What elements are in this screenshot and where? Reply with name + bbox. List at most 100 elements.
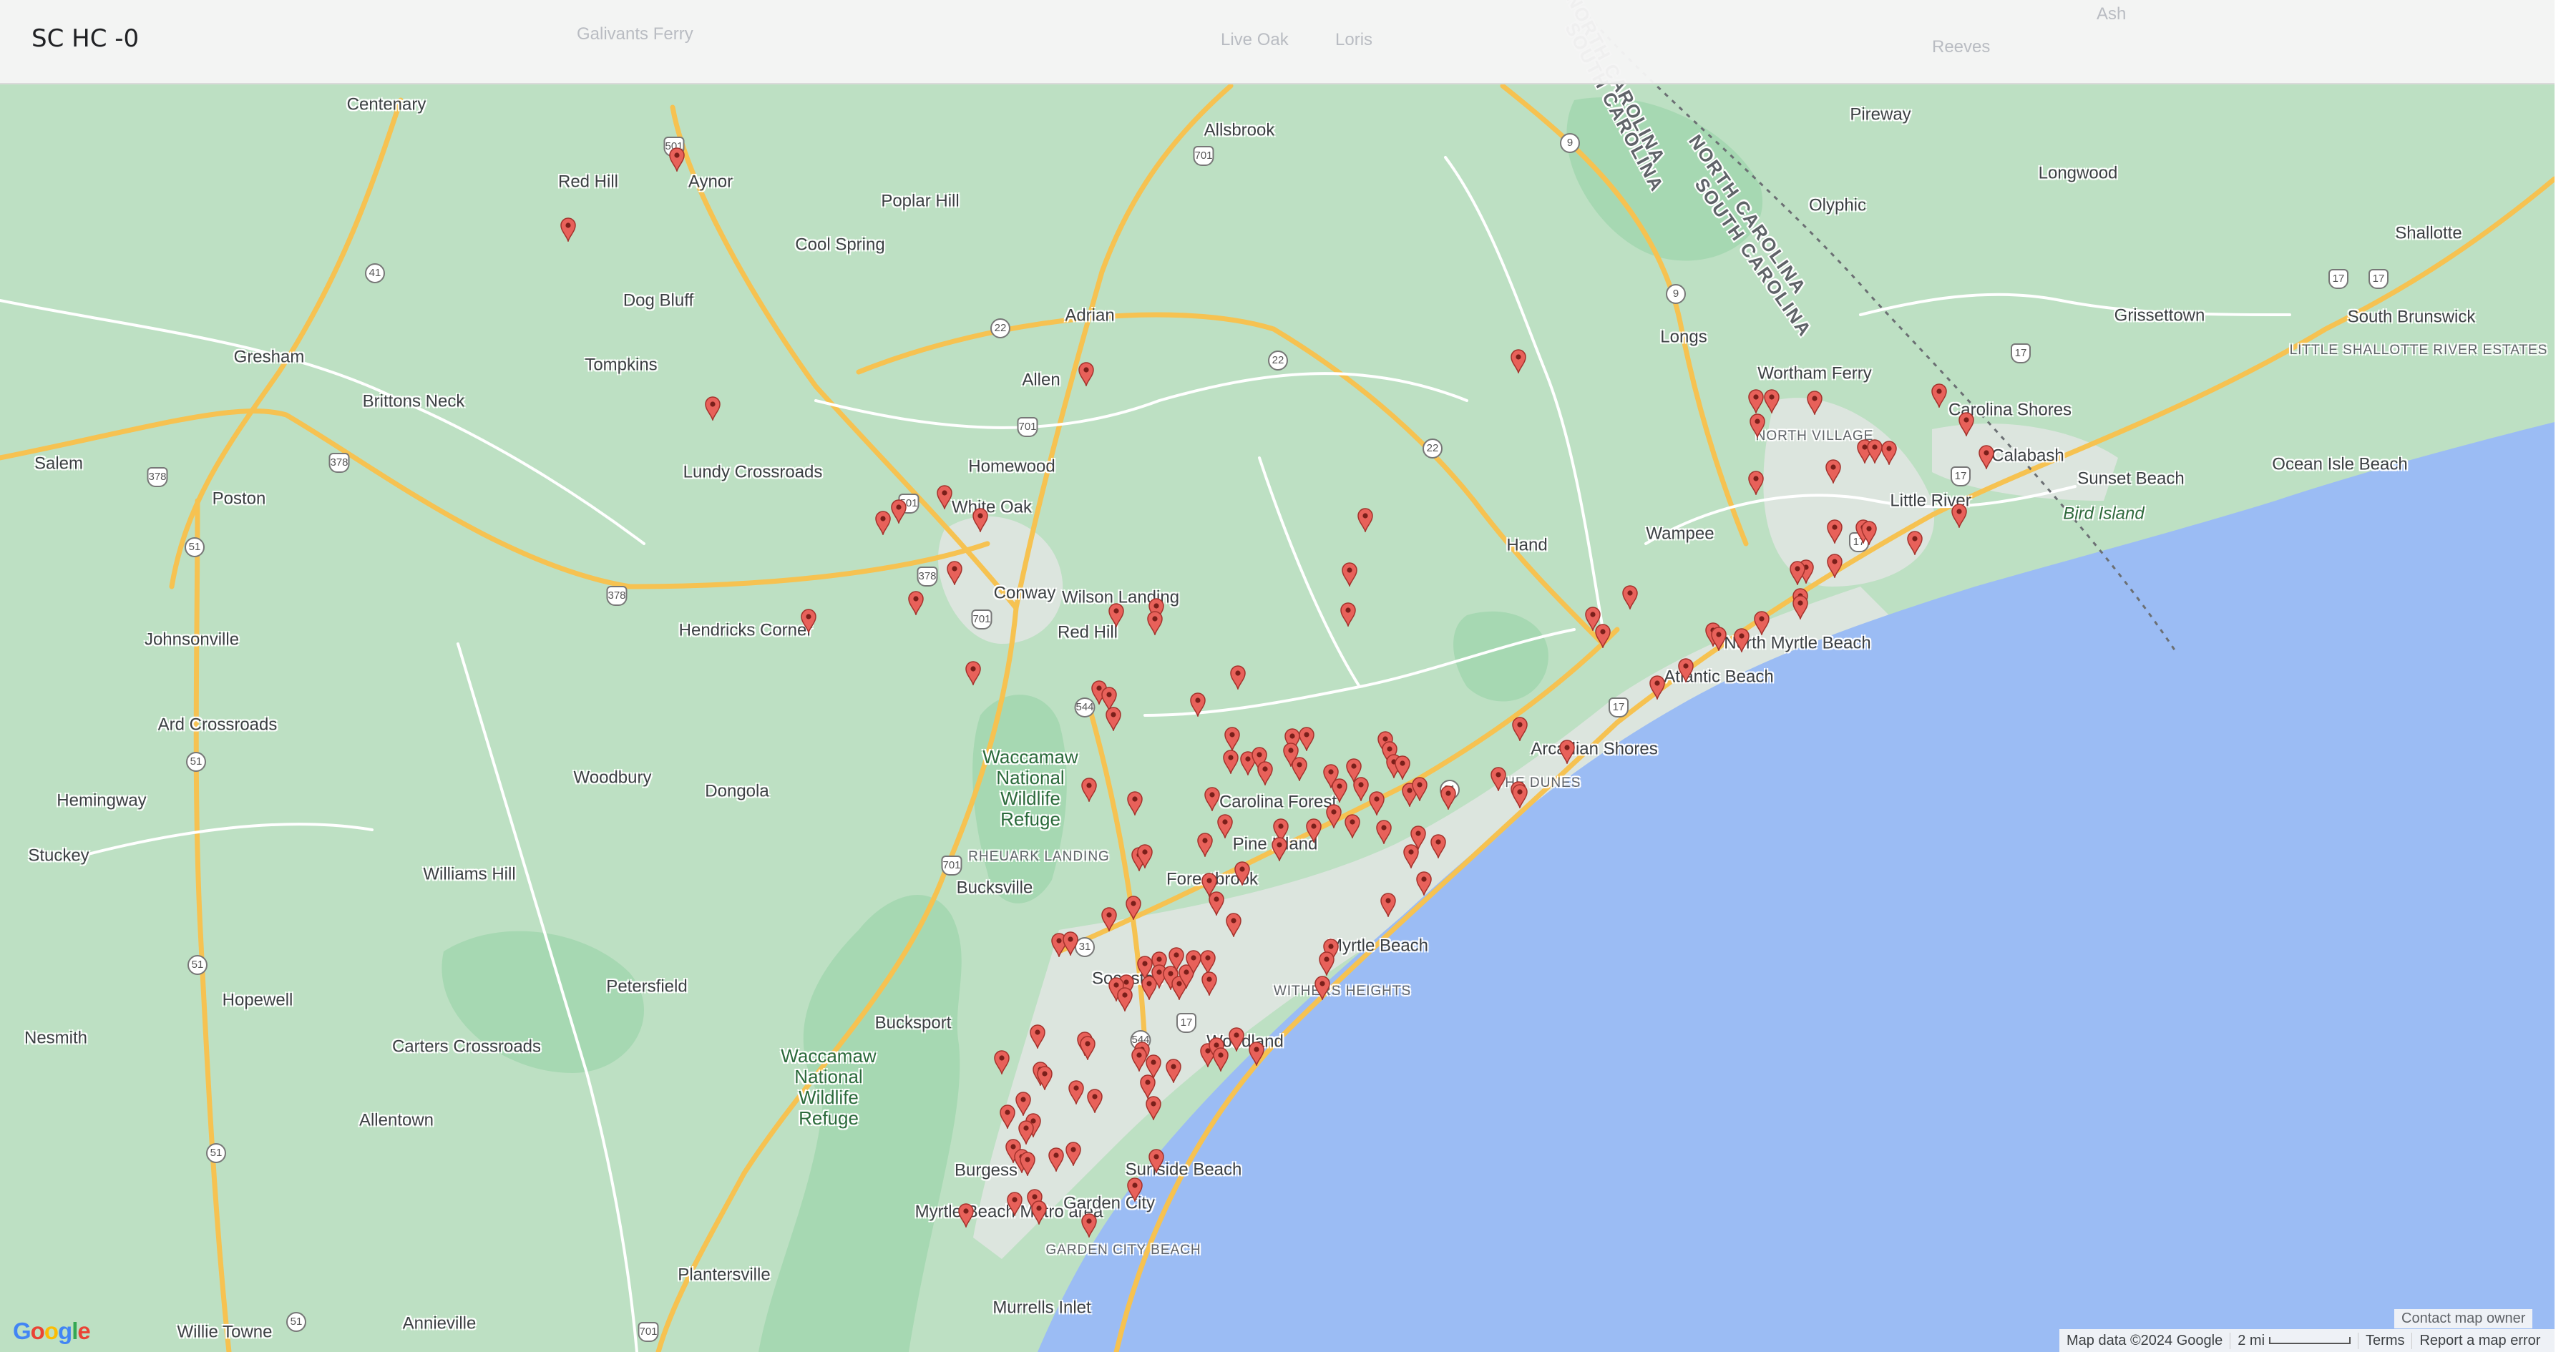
map-pin-icon[interactable] <box>972 508 988 532</box>
map-pin-icon[interactable] <box>1087 1089 1103 1113</box>
map-pin-icon[interactable] <box>1491 767 1506 791</box>
map-pin-icon[interactable] <box>1197 833 1213 857</box>
map-pin-icon[interactable] <box>1649 675 1665 700</box>
map-pin-icon[interactable] <box>1108 603 1124 627</box>
map-pin-icon[interactable] <box>1140 1074 1156 1099</box>
map-pin-icon[interactable] <box>1511 349 1526 373</box>
map-pin-icon[interactable] <box>1376 820 1392 844</box>
map-pin-icon[interactable] <box>1979 445 1994 469</box>
map-pin-icon[interactable] <box>1204 787 1220 811</box>
map-pin-icon[interactable] <box>1595 624 1611 648</box>
map-pin-icon[interactable] <box>1332 778 1347 803</box>
map-pin-icon[interactable] <box>908 591 924 615</box>
map-pin-icon[interactable] <box>1015 1092 1031 1116</box>
map-pin-icon[interactable] <box>1080 1036 1096 1060</box>
map-pin-icon[interactable] <box>1764 389 1780 413</box>
map-pin-icon[interactable] <box>1081 778 1097 802</box>
map-pin-icon[interactable] <box>1186 950 1201 974</box>
map-pin-icon[interactable] <box>1127 791 1143 815</box>
map-pin-icon[interactable] <box>1827 519 1843 544</box>
map-pin-icon[interactable] <box>994 1050 1010 1074</box>
map-pin-icon[interactable] <box>1807 391 1823 415</box>
map-pin-icon[interactable] <box>1065 1142 1081 1166</box>
map-pin-icon[interactable] <box>1200 950 1216 974</box>
map-pin-icon[interactable] <box>1063 931 1078 956</box>
map-pin-icon[interactable] <box>1292 757 1307 781</box>
map-pin-icon[interactable] <box>1229 1027 1244 1052</box>
map-pin-icon[interactable] <box>1224 727 1240 751</box>
map-pin-icon[interactable] <box>1314 976 1330 1000</box>
map-pin-icon[interactable] <box>1166 1059 1181 1083</box>
map-pin-icon[interactable] <box>1126 896 1141 920</box>
map-pin-icon[interactable] <box>1068 1080 1084 1104</box>
map-pin-icon[interactable] <box>1148 1149 1164 1173</box>
map-pin-icon[interactable] <box>1007 1192 1023 1216</box>
map-pin-icon[interactable] <box>669 147 685 172</box>
map-pin-icon[interactable] <box>1827 554 1843 578</box>
map-pin-icon[interactable] <box>1101 907 1117 931</box>
map-pin-icon[interactable] <box>1559 740 1575 764</box>
map-pin-icon[interactable] <box>1257 761 1273 785</box>
map-pin-icon[interactable] <box>1272 837 1287 861</box>
map-pin-icon[interactable] <box>1131 1047 1147 1072</box>
map-pin-icon[interactable] <box>1345 814 1360 838</box>
map-pin-icon[interactable] <box>1299 727 1314 751</box>
map-pin-icon[interactable] <box>1792 595 1808 619</box>
map-pin-icon[interactable] <box>1000 1104 1015 1129</box>
map-pin-icon[interactable] <box>1931 383 1947 408</box>
map-pin-icon[interactable] <box>1430 834 1446 858</box>
map-pin-icon[interactable] <box>1412 777 1428 801</box>
map-pin-icon[interactable] <box>1037 1066 1053 1090</box>
map-pin-icon[interactable] <box>1106 707 1121 731</box>
map-pin-icon[interactable] <box>1622 585 1638 609</box>
report-map-error-link[interactable]: Report a map error <box>2411 1332 2547 1349</box>
map-pin-icon[interactable] <box>875 511 891 535</box>
map-pin-icon[interactable] <box>1861 521 1877 545</box>
map-pin-icon[interactable] <box>1031 1200 1047 1225</box>
map-pin-icon[interactable] <box>1395 755 1410 780</box>
map-pin-icon[interactable] <box>1147 611 1163 635</box>
map-pin-icon[interactable] <box>1867 439 1883 464</box>
map-pin-icon[interactable] <box>1416 871 1432 896</box>
map-pin-icon[interactable] <box>1249 1042 1264 1066</box>
map-pin-icon[interactable] <box>1790 561 1805 585</box>
map-pin-icon[interactable] <box>1951 504 1967 528</box>
map-pin-icon[interactable] <box>1030 1024 1045 1049</box>
map-pin-icon[interactable] <box>958 1203 974 1228</box>
map-pin-icon[interactable] <box>1369 791 1385 815</box>
map-pin-icon[interactable] <box>1750 413 1765 438</box>
contact-map-owner-link[interactable]: Contact map owner <box>2394 1309 2533 1328</box>
map-pin-icon[interactable] <box>1825 459 1841 484</box>
map-pin-icon[interactable] <box>891 499 907 524</box>
map-pin-icon[interactable] <box>1748 389 1764 413</box>
map-pin-icon[interactable] <box>1342 562 1357 587</box>
map-pin-icon[interactable] <box>1340 602 1356 627</box>
map-pin-icon[interactable] <box>1678 658 1694 682</box>
map-pin-icon[interactable] <box>1440 785 1456 810</box>
map-pin-icon[interactable] <box>1907 531 1923 555</box>
map-pin-icon[interactable] <box>1213 1047 1229 1072</box>
map-pin-icon[interactable] <box>1020 1152 1035 1176</box>
map-pin-icon[interactable] <box>560 217 576 242</box>
map-pin-icon[interactable] <box>1137 844 1153 868</box>
map-pin-icon[interactable] <box>1881 441 1897 465</box>
map-pin-icon[interactable] <box>1734 628 1750 652</box>
map-pin-icon[interactable] <box>1146 1096 1161 1120</box>
map-pin-icon[interactable] <box>1190 692 1206 717</box>
map-pin-icon[interactable] <box>1512 717 1528 741</box>
map-pin-icon[interactable] <box>1117 987 1133 1011</box>
map-pin-icon[interactable] <box>1127 1177 1143 1202</box>
map-pin-icon[interactable] <box>1380 893 1396 917</box>
map-pin-icon[interactable] <box>965 661 981 685</box>
map-pin-icon[interactable] <box>1319 951 1335 976</box>
map-pin-icon[interactable] <box>1326 804 1342 828</box>
map-pin-icon[interactable] <box>937 485 952 509</box>
map-pin-icon[interactable] <box>1512 784 1528 808</box>
map-pin-icon[interactable] <box>947 561 962 585</box>
map-pin-icon[interactable] <box>705 396 721 421</box>
map-pin-icon[interactable] <box>1353 777 1369 801</box>
map-pin-icon[interactable] <box>1958 412 1974 436</box>
map-pin-icon[interactable] <box>1754 611 1770 635</box>
map-pin-icon[interactable] <box>1748 471 1764 495</box>
map-pin-icon[interactable] <box>1201 971 1217 996</box>
